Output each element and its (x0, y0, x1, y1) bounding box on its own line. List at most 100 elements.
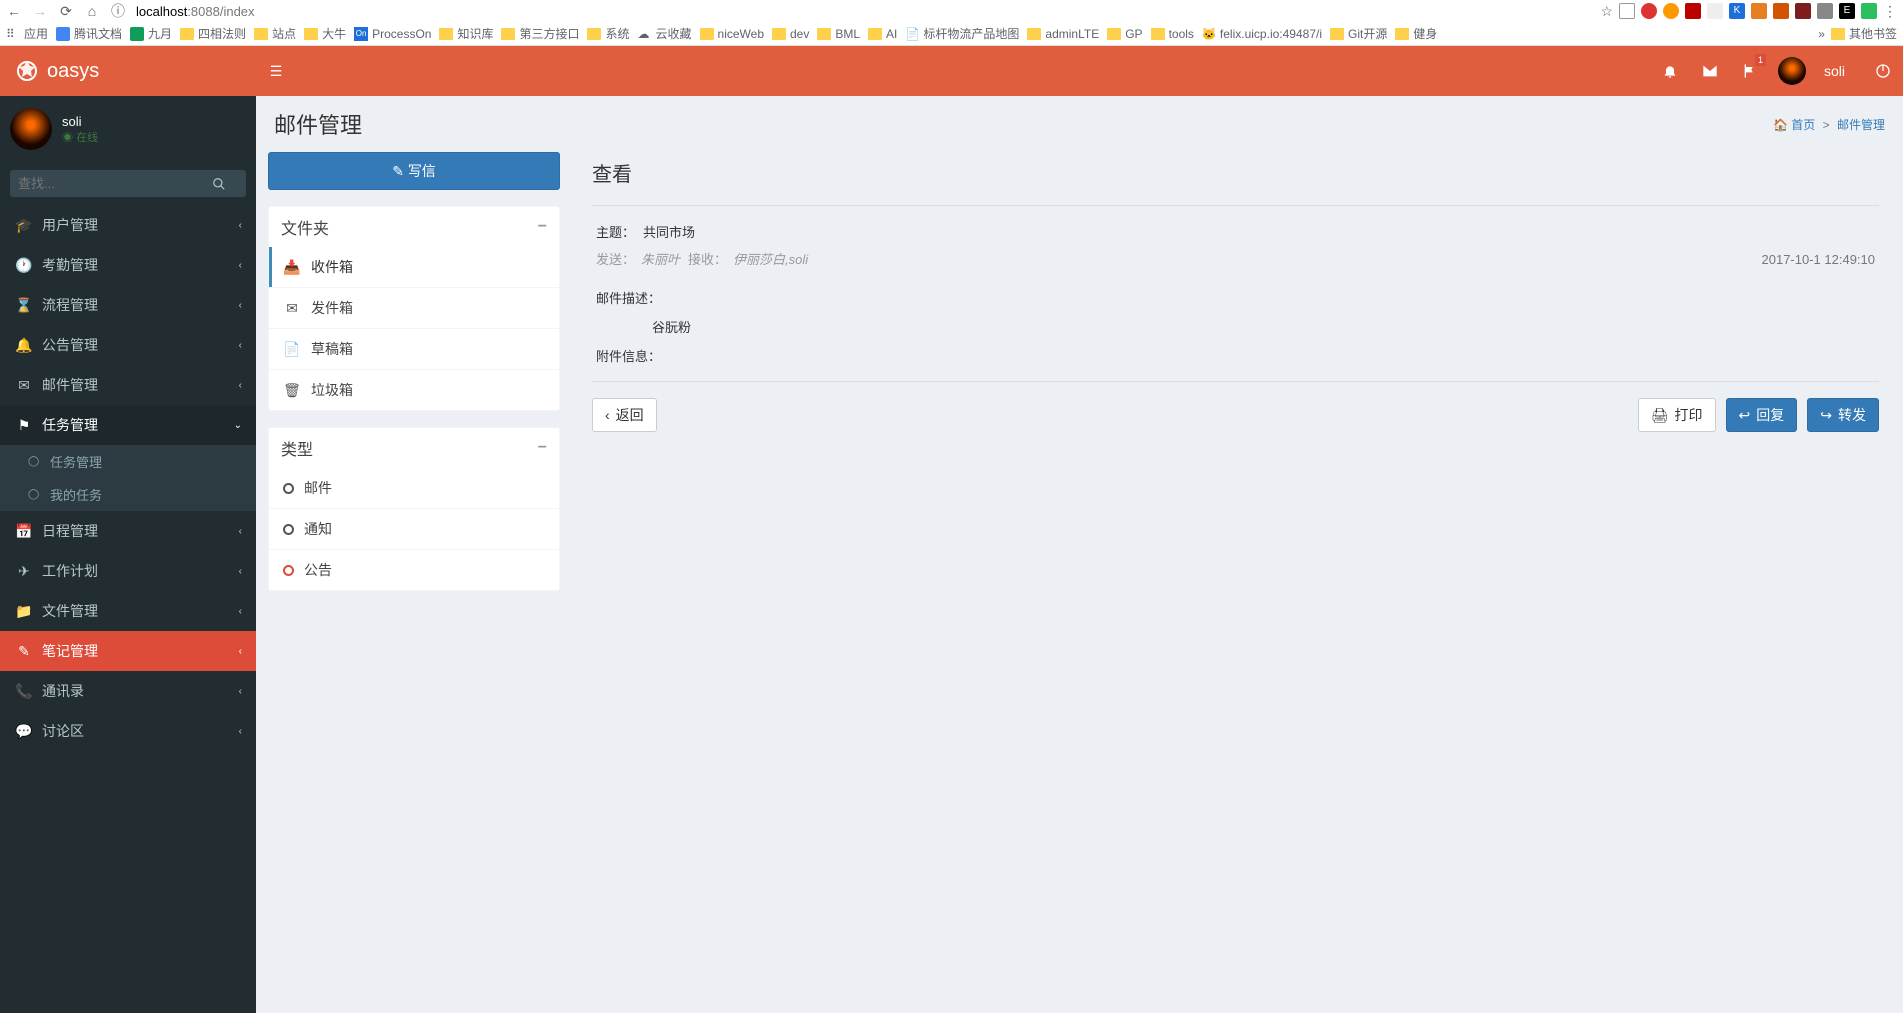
compose-button[interactable]: ✎ 写信 (268, 152, 560, 190)
pencil-icon: ✎ (392, 163, 404, 179)
desc-label: 邮件描述： (596, 288, 661, 307)
messages-button[interactable] (1690, 46, 1730, 96)
sidebar-item-file[interactable]: 📁文件管理‹ (0, 591, 256, 631)
bookmark-item[interactable]: Git开源 (1330, 25, 1387, 42)
sidebar-item-contacts[interactable]: 📞通讯录‹ (0, 671, 256, 711)
chevron-left-icon: ‹ (239, 380, 242, 391)
chevron-left-icon: ‹ (239, 726, 242, 737)
ext-icon[interactable] (1773, 3, 1789, 19)
sidebar-subitem-my-task[interactable]: ◯我的任务 (0, 478, 256, 511)
ext-icon[interactable]: K (1729, 3, 1745, 19)
tasks-button[interactable]: 1 (1730, 46, 1770, 96)
search-button[interactable] (212, 170, 246, 197)
sidebar-item-label: 邮件管理 (42, 375, 98, 395)
bookmark-item[interactable]: 知识库 (439, 25, 493, 42)
ext-icon[interactable] (1817, 3, 1833, 19)
ext-icon[interactable] (1663, 3, 1679, 19)
ext-icon[interactable] (1861, 3, 1877, 19)
bookmark-item[interactable]: ☁云收藏 (638, 25, 692, 42)
bookmark-item[interactable]: 站点 (254, 25, 296, 42)
type-announce[interactable]: 公告 (269, 550, 559, 590)
type-mail[interactable]: 邮件 (269, 468, 559, 508)
type-notice[interactable]: 通知 (269, 509, 559, 549)
sidebar-item-process[interactable]: ⌛流程管理‹ (0, 285, 256, 325)
reload-icon[interactable]: ⟳ (58, 3, 74, 19)
bell-icon (1662, 63, 1678, 79)
sidebar-item-label: 通讯录 (42, 681, 84, 701)
url-text[interactable]: localhost:8088/index (136, 4, 255, 19)
chevron-left-icon: ‹ (239, 686, 242, 697)
bookmark-item[interactable]: dev (772, 27, 809, 41)
collapse-button[interactable]: − (538, 218, 547, 236)
menu-icon[interactable]: ⋮ (1883, 3, 1897, 20)
breadcrumb-current[interactable]: 邮件管理 (1837, 118, 1885, 132)
settings-button[interactable] (1863, 46, 1903, 96)
forward-button[interactable]: ↪ 转发 (1807, 398, 1879, 432)
bookmark-item[interactable]: 四相法则 (180, 25, 246, 42)
sidebar-item-note[interactable]: ✎笔记管理‹ (0, 631, 256, 671)
folder-inbox[interactable]: 📥收件箱 (269, 247, 559, 287)
bookmark-item[interactable]: BML (817, 27, 860, 41)
bookmark-item[interactable]: 腾讯文档 (56, 25, 122, 42)
bookmark-item[interactable]: AI (868, 27, 897, 41)
bookmark-item[interactable]: GP (1107, 27, 1142, 41)
brand-logo[interactable]: oasys (0, 46, 256, 96)
sidebar-item-mail[interactable]: ✉邮件管理‹ (0, 365, 256, 405)
info-icon[interactable]: ⓘ (110, 3, 126, 19)
bookmark-item[interactable]: tools (1151, 27, 1194, 41)
chevron-left-icon: ‹ (239, 220, 242, 231)
sidebar-item-announce[interactable]: 🔔公告管理‹ (0, 325, 256, 365)
apps-button[interactable]: ⠿应用 (6, 25, 48, 42)
folder-draft[interactable]: 📄草稿箱 (269, 329, 559, 369)
print-button[interactable]: 🖨 打印 (1638, 398, 1716, 432)
sidebar-item-task[interactable]: ⚑任务管理⌄ (0, 405, 256, 445)
bookmark-item[interactable]: 📄标杆物流产品地图 (905, 25, 1019, 42)
bookmark-item[interactable]: adminLTE (1027, 27, 1099, 41)
timestamp: 2017-10-1 12:49:10 (1762, 252, 1875, 267)
bookmark-item[interactable]: 大牛 (304, 25, 346, 42)
sidebar-toggle[interactable]: ☰ (256, 63, 296, 80)
ext-icon[interactable] (1641, 3, 1657, 19)
sidebar-item-user[interactable]: 🎓用户管理‹ (0, 205, 256, 245)
sidebar-item-schedule[interactable]: 📅日程管理‹ (0, 511, 256, 551)
bookmark-item[interactable]: 健身 (1395, 25, 1437, 42)
bookmark-item[interactable]: OnProcessOn (354, 27, 431, 41)
bookmark-item[interactable]: 九月 (130, 25, 172, 42)
subject-value: 共同市场 (643, 222, 695, 241)
bookmark-overflow[interactable]: » (1818, 27, 1825, 41)
back-icon[interactable]: ← (6, 3, 22, 19)
home-icon[interactable]: ⌂ (84, 3, 100, 19)
sidebar-item-discuss[interactable]: 💬讨论区‹ (0, 711, 256, 751)
sidebar-item-attendance[interactable]: 🕐考勤管理‹ (0, 245, 256, 285)
ext-icon[interactable] (1707, 3, 1723, 19)
bookmark-item[interactable]: 第三方接口 (501, 25, 579, 42)
back-label: 返回 (616, 405, 644, 425)
sidebar-subitem-task-manage[interactable]: ◯任务管理 (0, 445, 256, 478)
back-button[interactable]: ‹ 返回 (592, 398, 657, 432)
breadcrumb-home[interactable]: 首页 (1791, 118, 1815, 132)
ext-icon[interactable] (1795, 3, 1811, 19)
ext-icon[interactable] (1685, 3, 1701, 19)
sidebar-search (0, 162, 256, 205)
other-bookmarks[interactable]: 其他书签 (1831, 25, 1897, 42)
sidebar-item-plan[interactable]: ✈工作计划‹ (0, 551, 256, 591)
ext-icon[interactable] (1751, 3, 1767, 19)
search-input[interactable] (10, 170, 212, 197)
folder-trash[interactable]: 🗑垃圾箱 (269, 370, 559, 410)
breadcrumb: 🏠 首页 > 邮件管理 (1773, 116, 1885, 133)
notifications-button[interactable] (1650, 46, 1690, 96)
star-icon[interactable]: ☆ (1600, 3, 1613, 20)
search-icon (212, 177, 226, 191)
bookmark-item[interactable]: 系统 (587, 25, 629, 42)
bookmark-item[interactable]: 🐱felix.uicp.io:49487/i (1202, 27, 1322, 41)
folder-sent[interactable]: ✉发件箱 (269, 288, 559, 328)
collapse-button[interactable]: − (538, 439, 547, 457)
reply-button[interactable]: ↩ 回复 (1726, 398, 1798, 432)
ext-icon[interactable] (1619, 3, 1635, 19)
user-menu[interactable]: soli (1770, 46, 1863, 96)
ext-icon[interactable]: E (1839, 3, 1855, 19)
sidebar-user-status: ◉ 在线 (62, 129, 98, 145)
recv-label: 接收： (688, 249, 727, 268)
forward-icon[interactable]: → (32, 3, 48, 19)
bookmark-item[interactable]: niceWeb (700, 27, 764, 41)
